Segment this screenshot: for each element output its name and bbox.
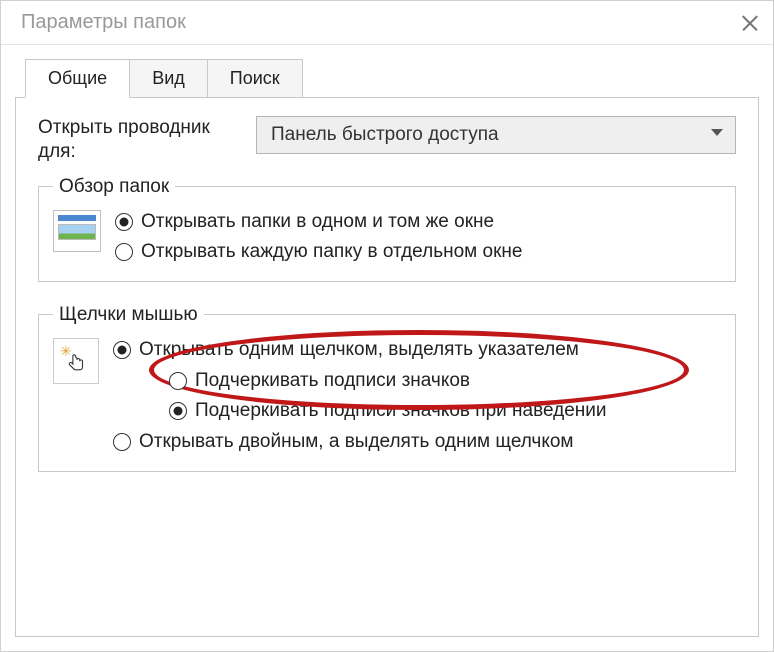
radio-list-mouse-clicks: Открывать одним щелчком, выделять указат… (113, 338, 721, 455)
radio-double-click[interactable]: Открывать двойным, а выделять одним щелч… (113, 430, 721, 455)
radio-icon (115, 243, 133, 261)
window-body: Общие Вид Поиск Открыть проводник для: П… (1, 45, 773, 651)
radio-label: Открывать каждую папку в отдельном окне (141, 240, 522, 265)
open-explorer-dropdown[interactable]: Панель быстрого доступа (256, 116, 736, 154)
window-title: Параметры папок (21, 11, 186, 34)
tab-label: Поиск (230, 68, 280, 88)
group-legend: Щелчки мышью (53, 304, 204, 326)
radio-icon (113, 433, 131, 451)
tab-search[interactable]: Поиск (207, 59, 303, 98)
radio-underline-hover[interactable]: Подчеркивать подписи значков при наведен… (113, 399, 721, 424)
tab-label: Общие (48, 68, 107, 88)
radio-list-folder-browse: Открывать папки в одном и том же окне От… (115, 210, 721, 265)
titlebar: Параметры папок (1, 1, 773, 45)
folder-options-window: Параметры папок Общие Вид Поиск Открыть … (0, 0, 774, 652)
folder-browse-icon (53, 210, 101, 252)
tabs-row: Общие Вид Поиск (25, 59, 759, 98)
radio-label: Открывать двойным, а выделять одним щелч… (139, 430, 573, 455)
radio-icon (113, 341, 131, 359)
group-mouse-clicks: Щелчки мышью ✳ Открывать одним щелчком, … (38, 304, 736, 472)
group-row: Открывать папки в одном и том же окне От… (53, 210, 721, 265)
dropdown-value: Панель быстрого доступа (271, 124, 499, 146)
chevron-down-icon (711, 129, 723, 141)
radio-icon (169, 402, 187, 420)
radio-label: Подчеркивать подписи значков (195, 369, 470, 394)
radio-icon (115, 213, 133, 231)
radio-label: Открывать одним щелчком, выделять указат… (139, 338, 579, 363)
open-explorer-row: Открыть проводник для: Панель быстрого д… (38, 116, 736, 164)
group-legend: Обзор папок (53, 176, 175, 198)
close-icon[interactable] (739, 12, 761, 34)
hand-pointer-icon (66, 351, 88, 377)
radio-new-window[interactable]: Открывать каждую папку в отдельном окне (115, 240, 721, 265)
mouse-click-icon: ✳ (53, 338, 99, 384)
radio-single-click[interactable]: Открывать одним щелчком, выделять указат… (113, 338, 721, 363)
tab-label: Вид (152, 68, 185, 88)
tab-view[interactable]: Вид (129, 59, 208, 98)
tab-panel-general: Открыть проводник для: Панель быстрого д… (15, 97, 759, 637)
radio-label: Открывать папки в одном и том же окне (141, 210, 494, 235)
tab-general[interactable]: Общие (25, 59, 130, 98)
group-folder-browse: Обзор папок Открывать папки в одном и то… (38, 176, 736, 282)
open-explorer-label: Открыть проводник для: (38, 116, 238, 164)
radio-underline-always[interactable]: Подчеркивать подписи значков (113, 369, 721, 394)
radio-label: Подчеркивать подписи значков при наведен… (195, 399, 607, 424)
group-row: ✳ Открывать одним щелчком, выделять указ… (53, 338, 721, 455)
radio-icon (169, 372, 187, 390)
radio-same-window[interactable]: Открывать папки в одном и том же окне (115, 210, 721, 235)
